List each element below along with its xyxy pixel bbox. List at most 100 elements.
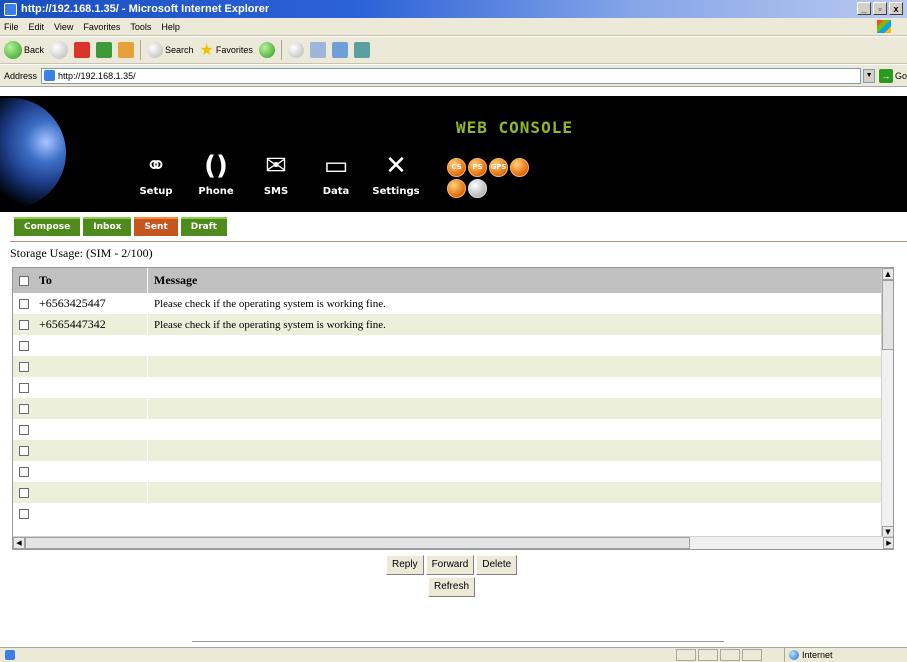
table-row[interactable]: +6565447342 Please check if the operating… bbox=[13, 314, 883, 335]
console-nav: ⚭ Setup () Phone ✉ SMS ▭ Data ✕ Settings bbox=[130, 150, 422, 197]
menu-favorites[interactable]: Favorites bbox=[83, 22, 120, 32]
refresh-button[interactable]: Refresh bbox=[428, 577, 476, 597]
back-button[interactable]: Back bbox=[4, 41, 44, 59]
scroll-up-icon[interactable]: ▲ bbox=[882, 268, 893, 280]
tab-inbox[interactable]: Inbox bbox=[83, 217, 132, 236]
message-header: Message bbox=[154, 273, 198, 287]
nav-setup[interactable]: ⚭ Setup bbox=[130, 150, 182, 197]
menu-tools[interactable]: Tools bbox=[130, 22, 151, 32]
edit-icon[interactable] bbox=[331, 42, 348, 58]
row-select-cell bbox=[13, 487, 35, 498]
page-icon bbox=[44, 70, 56, 81]
nav-sms[interactable]: ✉ SMS bbox=[250, 150, 302, 197]
row-checkbox[interactable] bbox=[19, 340, 29, 351]
table-row[interactable] bbox=[13, 482, 883, 503]
nav-data[interactable]: ▭ Data bbox=[310, 150, 362, 197]
table-row[interactable] bbox=[13, 461, 883, 482]
scroll-thumb[interactable] bbox=[882, 280, 893, 350]
table-row[interactable] bbox=[13, 419, 883, 440]
stop-icon[interactable] bbox=[74, 42, 91, 58]
close-button[interactable]: x bbox=[889, 2, 903, 15]
tab-compose[interactable]: Compose bbox=[14, 217, 81, 236]
nav-phone[interactable]: () Phone bbox=[190, 150, 242, 197]
home-icon[interactable] bbox=[118, 42, 135, 58]
star-icon: ★ bbox=[199, 42, 214, 59]
row-message: Please check if the operating system is … bbox=[154, 318, 386, 331]
history-icon[interactable] bbox=[258, 42, 275, 58]
status-pane bbox=[698, 649, 718, 661]
back-label: Back bbox=[24, 45, 45, 55]
table-row[interactable] bbox=[13, 398, 883, 419]
table-body: +6563425447 Please check if the operating… bbox=[13, 293, 883, 524]
table-row[interactable] bbox=[13, 503, 883, 524]
row-checkbox[interactable] bbox=[19, 487, 29, 498]
select-all-checkbox[interactable] bbox=[19, 275, 29, 286]
row-message bbox=[148, 398, 883, 419]
forward-nav-button[interactable] bbox=[50, 41, 69, 59]
row-checkbox[interactable] bbox=[19, 466, 29, 477]
table-row[interactable] bbox=[13, 377, 883, 398]
nav-settings-label: Settings bbox=[372, 186, 420, 197]
tab-sent[interactable]: Sent bbox=[134, 217, 178, 236]
window-titlebar: http://192.168.1.35/ - Microsoft Interne… bbox=[0, 0, 907, 18]
zone-label: Internet bbox=[802, 650, 833, 660]
window-title: http://192.168.1.35/ - Microsoft Interne… bbox=[21, 3, 270, 15]
forward-button[interactable]: Forward bbox=[425, 555, 475, 575]
vertical-scrollbar[interactable]: ▲ ▼ bbox=[881, 268, 893, 538]
address-value: http://192.168.1.35/ bbox=[58, 70, 136, 81]
horizontal-scrollbar[interactable]: ◀ ▶ bbox=[13, 536, 893, 549]
table-row[interactable] bbox=[13, 335, 883, 356]
row-message bbox=[148, 482, 883, 503]
row-message bbox=[148, 356, 883, 377]
messenger-icon[interactable] bbox=[353, 42, 370, 58]
nav-settings[interactable]: ✕ Settings bbox=[370, 150, 422, 197]
row-select-cell bbox=[13, 298, 35, 309]
row-message: Please check if the operating system is … bbox=[154, 297, 386, 310]
menu-bar: File Edit View Favorites Tools Help bbox=[0, 18, 907, 36]
row-checkbox[interactable] bbox=[19, 382, 29, 393]
monitor-icon: ▭ bbox=[323, 151, 349, 181]
refresh-icon[interactable] bbox=[96, 42, 113, 58]
row-checkbox[interactable] bbox=[19, 319, 29, 330]
table-row[interactable]: +6563425447 Please check if the operating… bbox=[13, 293, 883, 314]
row-select-cell bbox=[13, 508, 35, 519]
menu-view[interactable]: View bbox=[54, 22, 73, 32]
reply-button[interactable]: Reply bbox=[386, 555, 424, 575]
menu-edit[interactable]: Edit bbox=[29, 22, 45, 32]
menu-help[interactable]: Help bbox=[161, 22, 180, 32]
table-row[interactable] bbox=[13, 356, 883, 377]
row-select-cell bbox=[13, 340, 35, 351]
status-pane bbox=[742, 649, 762, 661]
mail-icon[interactable] bbox=[287, 42, 304, 58]
row-checkbox[interactable] bbox=[19, 508, 29, 519]
nav-sms-label: SMS bbox=[263, 186, 289, 197]
minimize-button[interactable]: _ bbox=[857, 2, 871, 15]
power-status-icon bbox=[447, 179, 466, 198]
row-checkbox[interactable] bbox=[19, 424, 29, 435]
restore-button[interactable]: ▫ bbox=[873, 2, 887, 15]
ps-status-icon: PS bbox=[468, 158, 487, 177]
scroll-right-icon[interactable]: ▶ bbox=[883, 537, 893, 549]
row-select-cell bbox=[13, 445, 35, 456]
row-checkbox[interactable] bbox=[19, 445, 29, 456]
console-title: WEB CONSOLE bbox=[456, 118, 573, 137]
table-row[interactable] bbox=[13, 440, 883, 461]
favorites-button[interactable]: ★ Favorites bbox=[200, 40, 253, 60]
address-input[interactable]: http://192.168.1.35/ bbox=[41, 67, 862, 84]
print-icon[interactable] bbox=[309, 42, 326, 58]
go-button[interactable]: → Go bbox=[878, 68, 907, 83]
hscroll-thumb[interactable] bbox=[25, 537, 690, 549]
scroll-left-icon[interactable]: ◀ bbox=[13, 537, 25, 549]
tab-draft[interactable]: Draft bbox=[180, 217, 227, 236]
sms-tabs: Compose Inbox Sent Draft bbox=[14, 217, 227, 236]
address-dropdown-icon[interactable]: ▼ bbox=[863, 68, 875, 83]
row-checkbox[interactable] bbox=[19, 403, 29, 414]
search-button[interactable]: Search bbox=[147, 42, 194, 58]
row-checkbox[interactable] bbox=[19, 298, 29, 309]
row-checkbox[interactable] bbox=[19, 361, 29, 372]
message-table: To Message +6563425447 Please check if th… bbox=[12, 267, 894, 550]
menu-file[interactable]: File bbox=[4, 22, 19, 32]
table-header: To Message bbox=[13, 268, 883, 293]
page-status-icon bbox=[5, 650, 15, 660]
delete-button[interactable]: Delete bbox=[476, 555, 518, 575]
